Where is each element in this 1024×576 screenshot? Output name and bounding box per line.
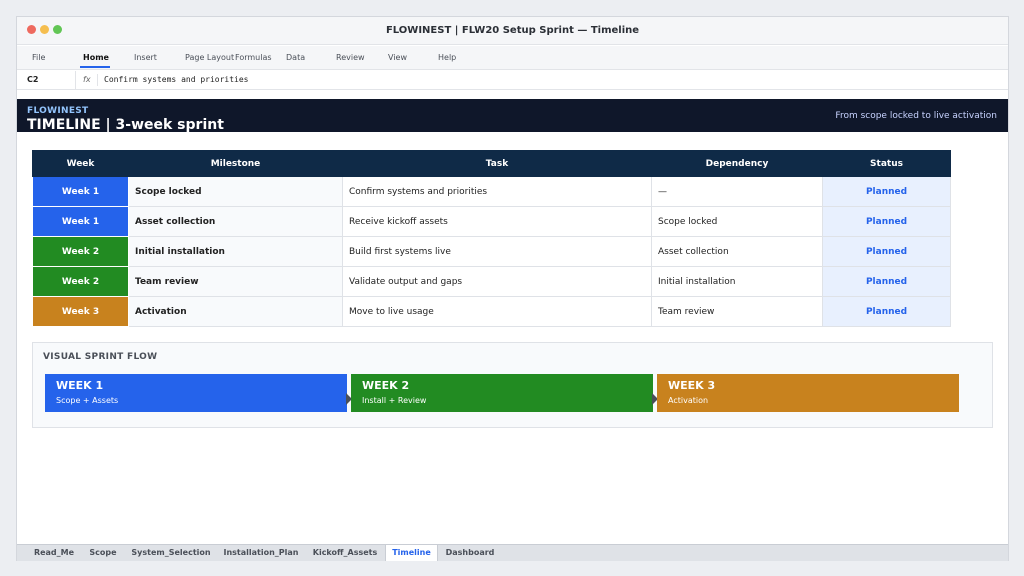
- sheet-tab-system-selection[interactable]: System_Selection: [125, 545, 217, 561]
- task-cell[interactable]: Validate output and gaps: [342, 266, 652, 297]
- week-cell[interactable]: Week 1: [32, 206, 129, 237]
- dependency-cell[interactable]: Initial installation: [651, 266, 823, 297]
- flow-block-week-3: WEEK 3 Activation: [657, 374, 959, 412]
- ribbon-menu: File Home Insert Page Layout Formulas Da…: [17, 46, 1008, 70]
- dependency-cell[interactable]: Asset collection: [651, 236, 823, 267]
- sheet-tab-kickoff-assets[interactable]: Kickoff_Assets: [305, 545, 385, 561]
- column-header-dependency[interactable]: Dependency: [651, 150, 823, 177]
- column-header-milestone[interactable]: Milestone: [128, 150, 343, 177]
- menu-data[interactable]: Data: [286, 53, 305, 62]
- sheet-tab-bar: Read_Me Scope System_Selection Installat…: [17, 544, 1008, 561]
- sheet-tab-read-me[interactable]: Read_Me: [27, 545, 81, 561]
- task-cell[interactable]: Build first systems live: [342, 236, 652, 267]
- table-header-row: Week Milestone Task Dependency Status: [32, 150, 951, 177]
- brand-label: FLOWINEST: [27, 106, 89, 116]
- milestone-cell[interactable]: Initial installation: [128, 236, 343, 267]
- status-cell[interactable]: Planned: [822, 296, 951, 327]
- task-cell[interactable]: Confirm systems and priorities: [342, 176, 652, 207]
- milestone-cell[interactable]: Asset collection: [128, 206, 343, 237]
- table-row: Week 1 Scope locked Confirm systems and …: [32, 176, 951, 207]
- flow-week-label: WEEK 1: [56, 379, 104, 392]
- page-title: TIMELINE | 3-week sprint: [27, 117, 224, 133]
- flow-description: Activation: [668, 396, 709, 405]
- week-cell[interactable]: Week 1: [32, 176, 129, 207]
- menu-insert[interactable]: Insert: [134, 53, 157, 62]
- timeline-table: Week Milestone Task Dependency Status We…: [32, 150, 951, 327]
- column-header-status[interactable]: Status: [822, 150, 951, 177]
- dependency-cell[interactable]: —: [651, 176, 823, 207]
- table-row: Week 2 Team review Validate output and g…: [32, 266, 951, 297]
- table-row: Week 1 Asset collection Receive kickoff …: [32, 206, 951, 237]
- formula-input[interactable]: Confirm systems and priorities: [104, 75, 249, 84]
- flow-title: VISUAL SPRINT FLOW: [43, 352, 158, 362]
- flow-block-week-2: WEEK 2 Install + Review: [351, 374, 653, 412]
- sprint-flow-panel: VISUAL SPRINT FLOW WEEK 1 Scope + Assets…: [32, 342, 993, 428]
- formula-bar-divider: [75, 71, 76, 90]
- week-cell[interactable]: Week 2: [32, 236, 129, 267]
- flow-week-label: WEEK 2: [362, 379, 410, 392]
- menu-review[interactable]: Review: [336, 53, 365, 62]
- flow-block-week-1: WEEK 1 Scope + Assets: [45, 374, 347, 412]
- menu-help[interactable]: Help: [438, 53, 456, 62]
- sheet-tab-timeline[interactable]: Timeline: [385, 545, 438, 561]
- fx-divider: [97, 74, 98, 86]
- milestone-cell[interactable]: Scope locked: [128, 176, 343, 207]
- milestone-cell[interactable]: Activation: [128, 296, 343, 327]
- table-row: Week 2 Initial installation Build first …: [32, 236, 951, 267]
- flow-week-label: WEEK 3: [668, 379, 716, 392]
- cell-reference-box[interactable]: C2: [27, 75, 38, 84]
- sheet-tab-installation-plan[interactable]: Installation_Plan: [217, 545, 305, 561]
- week-cell[interactable]: Week 3: [32, 296, 129, 327]
- week-cell[interactable]: Week 2: [32, 266, 129, 297]
- task-cell[interactable]: Receive kickoff assets: [342, 206, 652, 237]
- sheet-banner: FLOWINEST TIMELINE | 3-week sprint From …: [17, 99, 1008, 133]
- menu-file[interactable]: File: [32, 53, 45, 62]
- column-header-week[interactable]: Week: [32, 150, 129, 177]
- window-title: FLOWINEST | FLW20 Setup Sprint — Timelin…: [385, 25, 640, 36]
- table-row: Week 3 Activation Move to live usage Tea…: [32, 296, 951, 327]
- fx-icon: fx: [83, 75, 91, 84]
- menu-view[interactable]: View: [388, 53, 407, 62]
- status-cell[interactable]: Planned: [822, 176, 951, 207]
- milestone-cell[interactable]: Team review: [128, 266, 343, 297]
- menu-formulas[interactable]: Formulas: [235, 53, 272, 62]
- active-menu-indicator: [80, 66, 110, 68]
- dependency-cell[interactable]: Scope locked: [651, 206, 823, 237]
- flow-description: Install + Review: [362, 396, 427, 405]
- status-cell[interactable]: Planned: [822, 206, 951, 237]
- task-cell[interactable]: Move to live usage: [342, 296, 652, 327]
- banner-subtitle: From scope locked to live activation: [835, 111, 997, 121]
- flow-description: Scope + Assets: [56, 396, 119, 405]
- column-header-task[interactable]: Task: [342, 150, 652, 177]
- menu-page-layout[interactable]: Page Layout: [185, 53, 234, 62]
- menu-home[interactable]: Home: [83, 53, 109, 62]
- sheet-tab-dashboard[interactable]: Dashboard: [438, 545, 502, 561]
- sheet-tab-scope[interactable]: Scope: [81, 545, 125, 561]
- status-cell[interactable]: Planned: [822, 266, 951, 297]
- formula-bar: C2 fx Confirm systems and priorities: [17, 71, 1008, 90]
- title-bar: FLOWINEST | FLW20 Setup Sprint — Timelin…: [17, 17, 1008, 45]
- dependency-cell[interactable]: Team review: [651, 296, 823, 327]
- status-cell[interactable]: Planned: [822, 236, 951, 267]
- spreadsheet-window: FLOWINEST | FLW20 Setup Sprint — Timelin…: [16, 16, 1009, 561]
